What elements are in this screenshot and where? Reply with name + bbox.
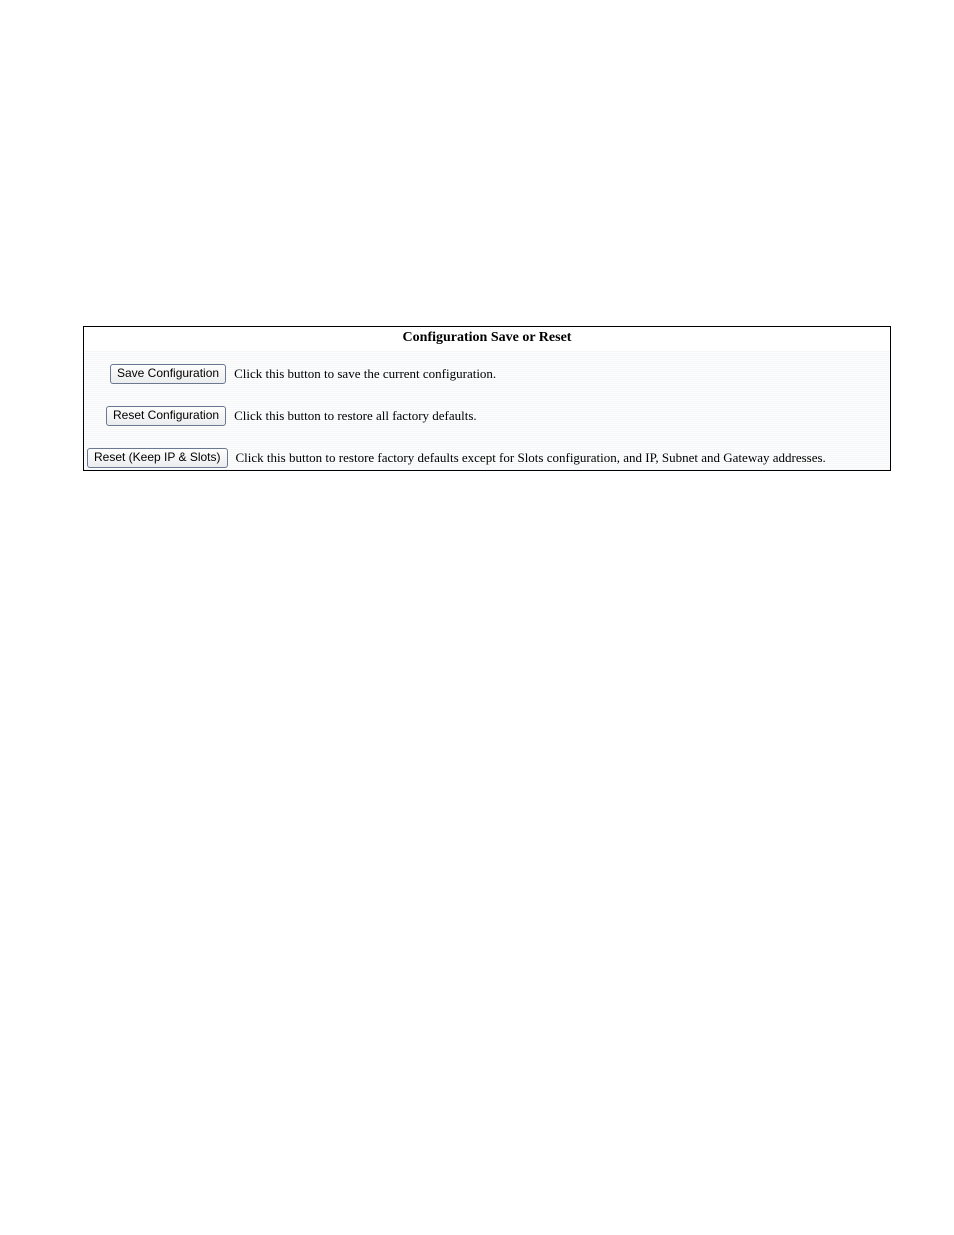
reset-configuration-button[interactable]: Reset Configuration xyxy=(106,406,226,426)
spacer xyxy=(84,428,890,440)
reset-config-row: Reset Configuration Click this button to… xyxy=(84,404,890,428)
panel-title: Configuration Save or Reset xyxy=(84,327,890,350)
reset-keep-ip-slots-description: Click this button to restore factory def… xyxy=(228,450,826,466)
reset-keep-ip-slots-button[interactable]: Reset (Keep IP & Slots) xyxy=(87,448,228,468)
save-configuration-button[interactable]: Save Configuration xyxy=(110,364,226,384)
save-configuration-description: Click this button to save the current co… xyxy=(226,366,496,382)
config-save-reset-panel: Configuration Save or Reset Save Configu… xyxy=(83,326,891,471)
reset-configuration-description: Click this button to restore all factory… xyxy=(226,408,477,424)
reset-keep-ip-row: Reset (Keep IP & Slots) Click this butto… xyxy=(84,446,890,470)
save-config-row: Save Configuration Click this button to … xyxy=(84,362,890,386)
spacer xyxy=(84,386,890,398)
spacer xyxy=(84,350,890,362)
